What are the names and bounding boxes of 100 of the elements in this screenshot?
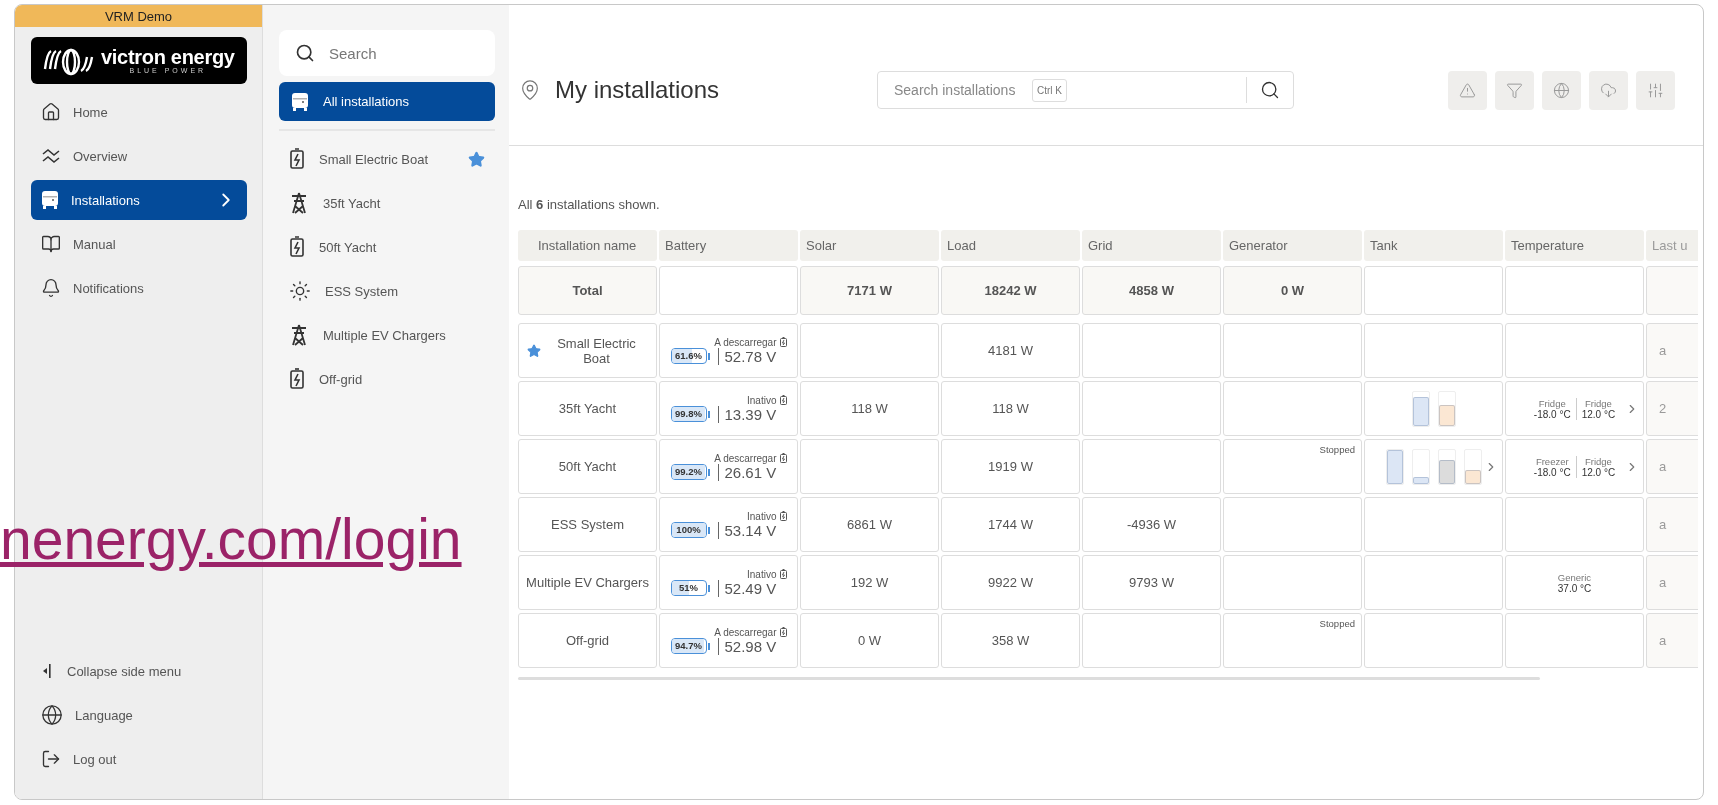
- table-cell[interactable]: Off-grid: [518, 613, 657, 668]
- nav-item[interactable]: Log out: [31, 739, 247, 779]
- sensor-value: 37.0 °C: [1557, 582, 1592, 594]
- column-header[interactable]: Load: [941, 230, 1080, 261]
- bus-icon: [41, 190, 59, 210]
- column-header[interactable]: Grid: [1082, 230, 1221, 261]
- table-cell: 9922 W: [941, 555, 1080, 610]
- tank-level-gauge: [1385, 448, 1404, 485]
- nav-item[interactable]: Installations: [31, 180, 247, 220]
- battery-state: A descarregar: [714, 626, 787, 638]
- alerts-button[interactable]: [1448, 70, 1487, 110]
- sensor-label: Generic: [1557, 571, 1592, 583]
- table-cell: 1919 W: [941, 439, 1080, 494]
- table-cell: 2: [1646, 381, 1698, 436]
- table-cell[interactable]: Small Electric Boat: [518, 323, 657, 378]
- table-cell[interactable]: Multiple EV Chargers: [518, 555, 657, 610]
- battery-voltage: 52.49 V: [717, 579, 777, 597]
- nav-item[interactable]: Overview: [31, 136, 247, 176]
- battery-state: Inativo: [747, 394, 787, 406]
- battery-voltage: 26.61 V: [717, 463, 777, 481]
- battery-icon: [779, 453, 787, 463]
- column-header[interactable]: Temperature: [1505, 230, 1644, 261]
- table-cell: -4936 W: [1082, 497, 1221, 552]
- table-cell: 18242 W: [941, 266, 1080, 315]
- table-cell[interactable]: 50ft Yacht: [518, 439, 657, 494]
- installation-item[interactable]: Off-grid: [279, 357, 495, 401]
- table-cell: 9793 W: [1082, 555, 1221, 610]
- battery-icon: [779, 627, 787, 637]
- battery-icon: [289, 148, 305, 170]
- table-cell: 358 W: [941, 613, 1080, 668]
- table-cell: a: [1646, 439, 1698, 494]
- table-cell[interactable]: ESS System: [518, 497, 657, 552]
- filter-button[interactable]: [1495, 70, 1534, 110]
- table-cell: 0 W: [800, 613, 939, 668]
- search-box[interactable]: Search: [279, 30, 495, 76]
- cloud-download-icon: [1600, 81, 1617, 99]
- map-button[interactable]: [1542, 70, 1581, 110]
- installation-item[interactable]: 35ft Yacht: [279, 181, 495, 225]
- pylon-icon: [289, 192, 309, 214]
- table-cell: 192 W: [800, 555, 939, 610]
- column-header[interactable]: Battery: [659, 230, 798, 261]
- table-cell: 6861 W: [800, 497, 939, 552]
- table-cell: 118 W: [800, 381, 939, 436]
- download-button[interactable]: [1589, 70, 1628, 110]
- shortcut-hint: Ctrl K: [1032, 78, 1067, 102]
- search-box[interactable]: Search installations Ctrl K: [877, 71, 1294, 109]
- nav-item[interactable]: Manual: [31, 224, 247, 264]
- book-icon: [41, 234, 61, 254]
- tank-level-gauge: [1437, 390, 1456, 427]
- installation-item[interactable]: ESS System: [279, 269, 495, 313]
- column-header[interactable]: Solar: [800, 230, 939, 261]
- results-summary: All 6 installations shown.: [518, 197, 661, 212]
- nav-item[interactable]: Notifications: [31, 268, 247, 308]
- nav-item[interactable]: Home: [31, 92, 247, 132]
- pylon-icon: [289, 324, 309, 346]
- battery-soc-badge: 51%: [670, 580, 707, 596]
- sensor-value: 12.0 °C: [1581, 466, 1616, 478]
- battery-icon: [289, 368, 305, 390]
- table-cell: a: [1646, 555, 1698, 610]
- table-cell[interactable]: 35ft Yacht: [518, 381, 657, 436]
- installation-item[interactable]: 50ft Yacht: [279, 225, 495, 269]
- table-cell: Total: [518, 266, 657, 315]
- all-installations-item[interactable]: All installations: [279, 82, 495, 121]
- sliders-icon: [1647, 81, 1664, 99]
- installation-item[interactable]: Multiple EV Chargers: [279, 313, 495, 357]
- installation-item[interactable]: Small Electric Boat: [279, 137, 495, 181]
- battery-state: A descarregar: [714, 452, 787, 464]
- location-pin-icon: [519, 79, 541, 101]
- sensor-label: Freezer: [1535, 455, 1569, 467]
- page-title: My installations: [555, 76, 721, 104]
- column-header[interactable]: Installation name: [518, 230, 657, 261]
- battery-voltage: 13.39 V: [717, 405, 777, 423]
- warning-icon: [1459, 81, 1476, 99]
- table-cell: 1744 W: [941, 497, 1080, 552]
- horizontal-scrollbar[interactable]: [518, 677, 1540, 680]
- generator-status: Stopped: [1319, 618, 1355, 629]
- battery-state: Inativo: [747, 568, 787, 580]
- nav-item[interactable]: Language: [31, 695, 247, 735]
- column-header[interactable]: Tank: [1364, 230, 1503, 261]
- filter-icon: [1506, 81, 1523, 99]
- battery-voltage: 52.98 V: [717, 637, 777, 655]
- table-cell: 4858 W: [1082, 266, 1221, 315]
- table-cell: a: [1646, 613, 1698, 668]
- sensor-label: Fridge: [1584, 397, 1612, 409]
- battery-soc-badge: 61.6%: [670, 348, 707, 364]
- table-cell: 7171 W: [800, 266, 939, 315]
- zigzag-icon: [41, 146, 61, 166]
- battery-icon: [779, 511, 787, 521]
- sensor-label: Fridge: [1584, 455, 1612, 467]
- battery-soc-badge: 99.2%: [670, 464, 707, 480]
- bell-icon: [41, 278, 61, 298]
- login-link[interactable]: nenergy.com/login: [0, 506, 462, 572]
- column-header[interactable]: Generator: [1223, 230, 1362, 261]
- sensor-value: 12.0 °C: [1581, 408, 1616, 420]
- columns-button[interactable]: [1636, 70, 1675, 110]
- table-cell: a: [1646, 497, 1698, 552]
- nav-item[interactable]: Collapse side menu: [31, 651, 247, 691]
- battery-state: Inativo: [747, 510, 787, 522]
- search-field[interactable]: Search: [327, 43, 461, 63]
- demo-banner: VRM Demo: [15, 5, 262, 27]
